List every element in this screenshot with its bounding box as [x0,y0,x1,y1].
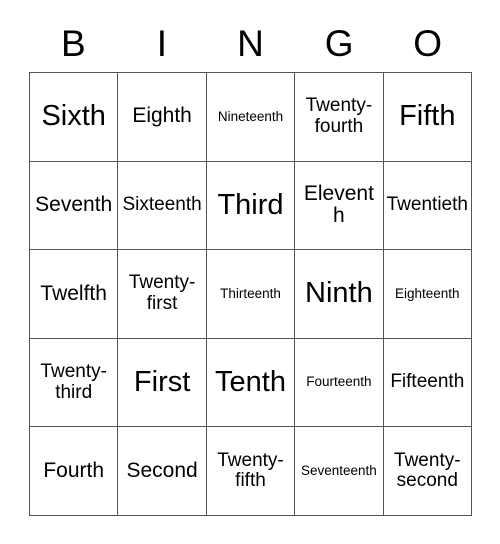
bingo-header-row: B I N G O [29,14,472,72]
bingo-cell-label: Fourteenth [306,374,372,390]
bingo-header-letter-g: G [324,22,354,64]
bingo-cell-label: Nineteenth [217,108,284,124]
bingo-cell-label: Fourth [43,458,105,482]
bingo-cell[interactable]: Eleventh [295,161,384,251]
bingo-cell[interactable]: Eighteenth [383,250,472,339]
bingo-grid: Sixth Eighth Nineteenth Twenty-fourth Fi… [29,72,472,516]
bingo-cell[interactable]: Twentieth [383,161,472,251]
bingo-cell[interactable]: Fifth [383,73,472,162]
bingo-cell-label: First [133,365,191,398]
bingo-cell[interactable]: Eighth [118,73,207,162]
bingo-cell[interactable]: First [118,338,207,428]
bingo-cell-label: Twenty-third [40,361,107,403]
bingo-cell[interactable]: Sixteenth [118,161,207,251]
bingo-cell[interactable]: Sixth [30,73,119,162]
bingo-cell-label: Sixth [41,100,106,133]
bingo-cell[interactable]: Fifteenth [383,338,472,428]
bingo-cell[interactable]: Twenty-fourth [295,73,384,162]
bingo-cell[interactable]: Twenty-third [30,338,119,428]
bingo-cell-label: Sixteenth [122,194,202,216]
bingo-cell-label: Twelfth [40,281,107,305]
bingo-cell[interactable]: Twenty-second [383,427,472,516]
bingo-cell-label: Twenty-second [394,449,461,492]
bingo-header-letter-b: B [60,22,86,64]
bingo-cell[interactable]: Twelfth [30,250,119,339]
bingo-header-letter-o: O [413,22,443,64]
bingo-cell-label: Twenty-fourth [305,95,373,137]
bingo-cell-label: Twenty-first [128,272,196,314]
bingo-cell-label: Eighth [132,104,192,128]
bingo-cell[interactable]: Fourth [30,427,119,516]
bingo-cell-label: Ninth [305,277,373,310]
bingo-cell-label: Twentieth [386,194,468,216]
bingo-card: B I N G O Sixth Eighth Nineteenth Twenty… [29,14,472,516]
bingo-header-letter-n: N [237,22,264,64]
bingo-cell[interactable]: Fourteenth [295,338,384,428]
bingo-cell-label: Seventh [35,193,113,217]
bingo-cell[interactable]: Ninth [295,250,384,339]
bingo-cell-label: Fifth [399,100,456,133]
bingo-cell-label: Tenth [215,365,286,398]
bingo-cell-label: Fifteenth [390,371,465,393]
bingo-cell-label: Second [126,458,198,482]
bingo-cell-label: Third [217,188,284,221]
bingo-cell-label: Twenty-fifth [217,449,284,492]
bingo-cell-label: Seventeenth [300,462,377,478]
bingo-cell[interactable]: Tenth [206,338,296,428]
bingo-cell[interactable]: Seventeenth [295,427,384,516]
bingo-header-letter-i: I [156,22,168,64]
bingo-cell[interactable]: Twenty-fifth [206,427,296,516]
bingo-cell-label: Eighteenth [395,285,460,301]
bingo-cell-label: Thirteenth [220,285,281,301]
bingo-cell[interactable]: Nineteenth [206,73,296,162]
bingo-cell[interactable]: Twenty-first [118,250,207,339]
bingo-cell[interactable]: Thirteenth [206,250,296,339]
bingo-cell[interactable]: Third [206,161,296,251]
bingo-cell[interactable]: Seventh [30,161,119,251]
bingo-cell-label: Eleventh [303,181,374,228]
bingo-cell[interactable]: Second [118,427,207,516]
